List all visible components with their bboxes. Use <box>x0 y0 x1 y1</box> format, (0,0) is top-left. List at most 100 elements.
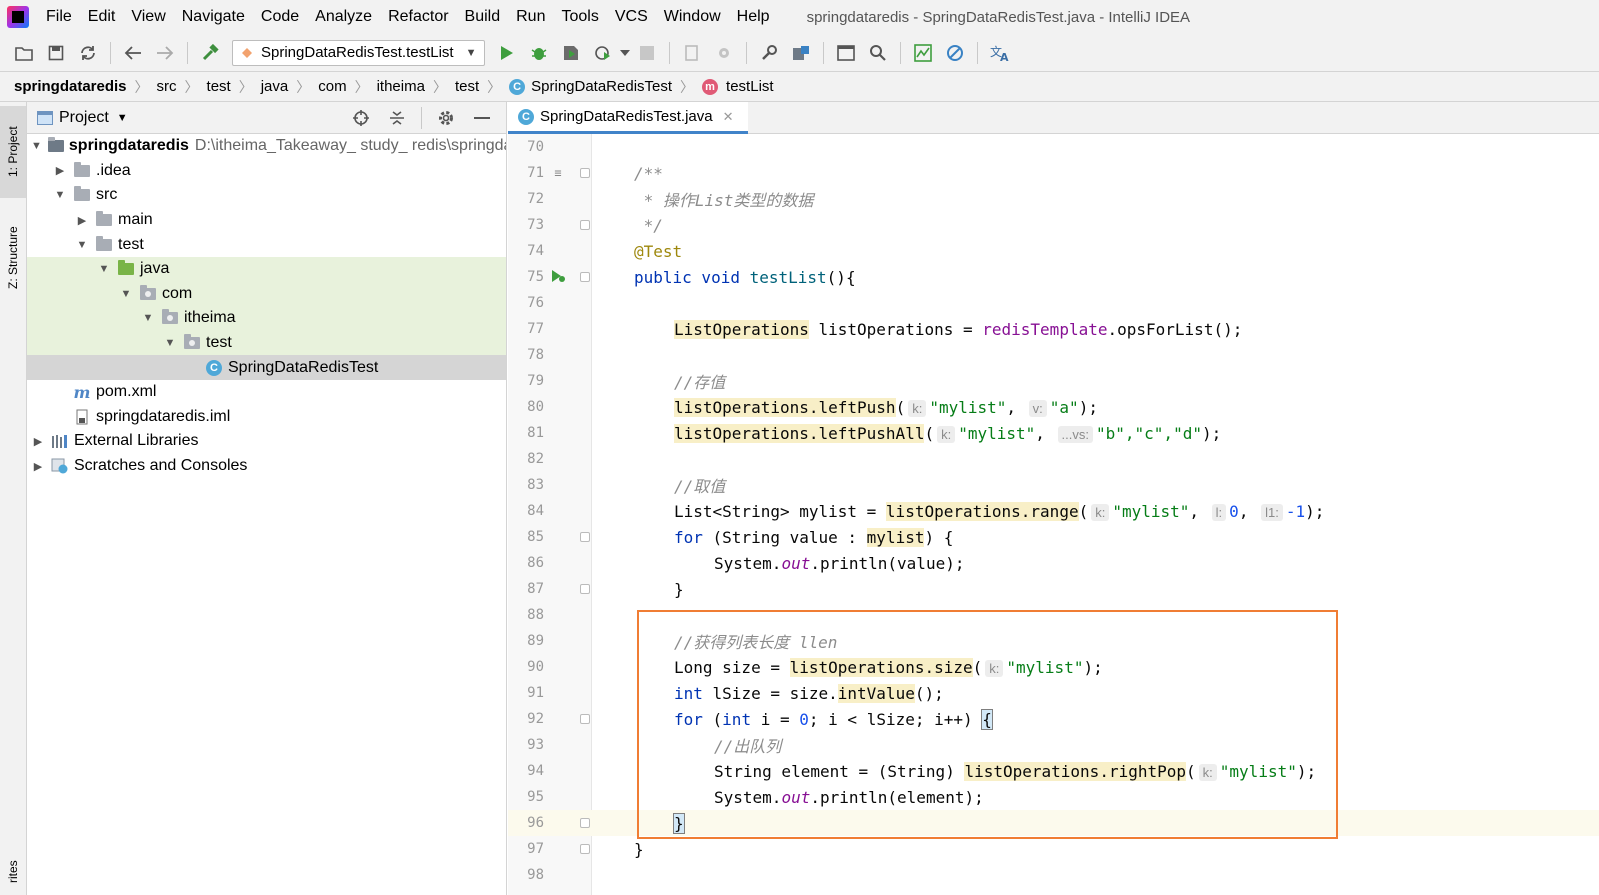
breadcrumb-item-class[interactable]: C SpringDataRedisTest <box>509 78 672 95</box>
fold-marker-icon[interactable] <box>580 532 590 542</box>
menu-refactor[interactable]: Refactor <box>381 8 457 26</box>
run-with-coverage-icon[interactable] <box>559 41 583 65</box>
tree-item-main[interactable]: ▶ main <box>27 208 506 233</box>
expand-arrow-icon[interactable]: ▼ <box>119 288 133 300</box>
fold-marker-icon[interactable] <box>580 220 590 230</box>
expand-arrow-icon[interactable]: ▼ <box>163 337 177 349</box>
tree-item-test-package[interactable]: ▼ test <box>27 330 506 356</box>
project-structure-icon[interactable] <box>789 41 813 65</box>
menu-run[interactable]: Run <box>509 8 554 26</box>
run-configuration-dropdown[interactable]: SpringDataRedisTest.testList ▼ <box>232 39 486 66</box>
menu-window[interactable]: Window <box>657 8 730 26</box>
project-tool-tab[interactable]: 1: Project <box>0 106 26 198</box>
tree-item-java[interactable]: ▼ java <box>27 256 506 282</box>
expand-arrow-icon[interactable]: ▼ <box>31 140 42 152</box>
breadcrumb-chevron-icon: 〉 <box>238 78 253 95</box>
line-number: 89 <box>527 633 544 649</box>
javadoc-toggle-icon[interactable]: ≡ <box>550 166 566 180</box>
fold-marker-icon[interactable] <box>580 818 590 828</box>
locate-crosshair-icon[interactable] <box>349 106 373 130</box>
run-icon[interactable] <box>495 41 519 65</box>
tree-item-src[interactable]: ▼ src <box>27 183 506 208</box>
build-hammer-icon[interactable] <box>198 41 222 65</box>
breadcrumb-item-itheima[interactable]: itheima <box>377 78 425 95</box>
debug-bug-icon[interactable] <box>527 41 551 65</box>
stop-icon[interactable] <box>635 41 659 65</box>
fold-marker-icon[interactable] <box>580 844 590 854</box>
fold-marker-icon[interactable] <box>580 272 590 282</box>
more-run-chevron-icon[interactable] <box>619 41 631 65</box>
breadcrumb-item-src[interactable]: src <box>157 78 177 95</box>
fold-marker-icon[interactable] <box>580 714 590 724</box>
hide-panel-icon[interactable] <box>470 106 494 130</box>
statistic-chart-icon[interactable] <box>911 41 935 65</box>
expand-arrow-icon[interactable]: ▼ <box>141 312 155 324</box>
terminal-window-icon[interactable] <box>834 41 858 65</box>
expand-arrow-icon[interactable]: ▼ <box>97 263 111 275</box>
breadcrumb-item-test-package[interactable]: test <box>455 78 479 95</box>
back-arrow-icon[interactable] <box>121 41 145 65</box>
menu-file[interactable]: File <box>39 8 81 26</box>
menu-code[interactable]: Code <box>254 8 308 26</box>
menu-help[interactable]: Help <box>730 8 779 26</box>
menu-build[interactable]: Build <box>458 8 510 26</box>
collapse-arrow-icon[interactable]: ▶ <box>75 214 89 227</box>
no-entry-icon[interactable] <box>943 41 967 65</box>
menu-edit[interactable]: Edit <box>81 8 125 26</box>
settings-gray-icon[interactable] <box>712 41 736 65</box>
menu-analyze[interactable]: Analyze <box>308 8 381 26</box>
menu-view[interactable]: View <box>124 8 174 26</box>
tree-item-idea[interactable]: ▶ .idea <box>27 159 506 184</box>
toolbar-separator <box>823 41 825 64</box>
close-tab-icon[interactable]: ✕ <box>723 109 734 125</box>
attach-debugger-icon[interactable] <box>680 41 704 65</box>
expand-arrow-icon[interactable]: ▼ <box>75 239 89 251</box>
wrench-icon[interactable] <box>757 41 781 65</box>
collapse-arrow-icon[interactable]: ▶ <box>31 435 45 448</box>
profiler-icon[interactable] <box>591 41 615 65</box>
breadcrumb-item-com[interactable]: com <box>318 78 346 95</box>
gear-icon[interactable] <box>434 106 458 130</box>
project-panel-title[interactable]: Project <box>59 109 109 127</box>
line-number: 76 <box>527 295 544 311</box>
tree-item-springdataredis[interactable]: ▼ springdataredis D:\itheima_Takeaway_ s… <box>27 134 506 159</box>
collapse-arrow-icon[interactable]: ▶ <box>31 460 45 473</box>
collapse-all-icon[interactable] <box>385 106 409 130</box>
synchronize-icon[interactable] <box>76 41 100 65</box>
breadcrumb-item-project[interactable]: springdataredis <box>14 78 127 95</box>
fold-marker-icon[interactable] <box>580 584 590 594</box>
tree-item-test[interactable]: ▼ test <box>27 232 506 257</box>
tree-item-iml[interactable]: ▶ springdataredis.iml <box>27 405 506 430</box>
tree-item-itheima[interactable]: ▼ itheima <box>27 306 506 331</box>
chevron-down-icon[interactable]: ▼ <box>117 112 128 124</box>
translate-icon[interactable]: 文A <box>988 41 1012 65</box>
tree-item-external-libraries[interactable]: ▶ External Libraries <box>27 429 506 454</box>
tree-item-label: pom.xml <box>96 383 157 401</box>
breadcrumb-item-test[interactable]: test <box>207 78 231 95</box>
line-number: 95 <box>527 789 544 805</box>
breadcrumb-item-java[interactable]: java <box>261 78 289 95</box>
code-area[interactable]: 70 71 ≡ /** 72 * 操作List类型的数据 73 */ 74 @T… <box>508 134 1599 895</box>
open-folder-icon[interactable] <box>12 41 36 65</box>
fold-marker-icon[interactable] <box>580 168 590 178</box>
save-all-icon[interactable] <box>44 41 68 65</box>
favorites-tool-tab[interactable]: rites <box>0 852 26 892</box>
line-number: 85 <box>527 529 544 545</box>
menu-vcs[interactable]: VCS <box>608 8 657 26</box>
expand-arrow-icon[interactable]: ▼ <box>53 189 67 201</box>
tree-item-scratches[interactable]: ▶ Scratches and Consoles <box>27 454 506 479</box>
search-icon[interactable] <box>866 41 890 65</box>
menu-tools[interactable]: Tools <box>554 8 607 26</box>
tree-item-com[interactable]: ▼ com <box>27 281 506 307</box>
code-comment: //存值 <box>674 373 726 392</box>
structure-tool-tab[interactable]: Z: Structure <box>0 210 26 306</box>
tree-item-pom[interactable]: ▶ m pom.xml <box>27 380 506 405</box>
forward-arrow-icon[interactable] <box>153 41 177 65</box>
menu-navigate[interactable]: Navigate <box>175 8 254 26</box>
collapse-arrow-icon[interactable]: ▶ <box>53 164 67 177</box>
tree-item-springdataredistest[interactable]: ▶ C SpringDataRedisTest <box>27 355 506 380</box>
editor-tab-springdataredistest[interactable]: C SpringDataRedisTest.java ✕ <box>508 102 748 134</box>
code-line: 76 <box>508 290 1599 316</box>
breadcrumb-item-method[interactable]: m testList <box>702 78 774 95</box>
run-test-gutter-icon[interactable] <box>550 269 566 286</box>
